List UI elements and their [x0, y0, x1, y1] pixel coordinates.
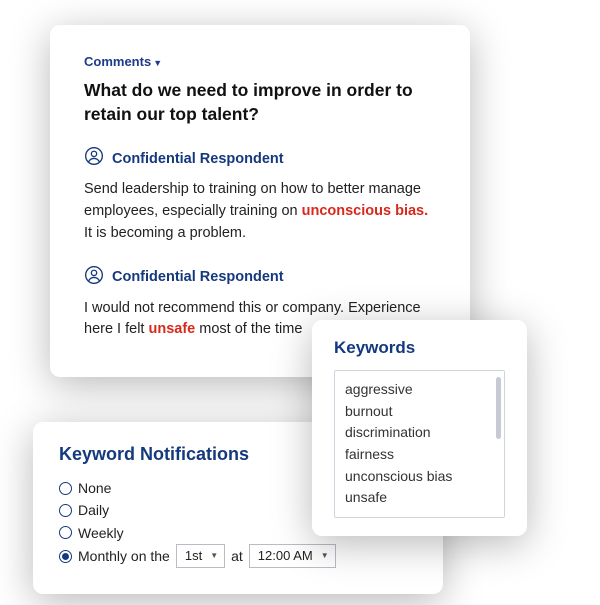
keywords-panel: Keywords aggressive burnout discriminati… [312, 320, 527, 536]
keyword-item[interactable]: unconscious bias [345, 466, 498, 488]
keyword-item[interactable]: aggressive [345, 379, 498, 401]
time-select[interactable]: 12:00 AM ▼ [249, 544, 336, 568]
user-icon [84, 265, 104, 290]
comments-toggle[interactable]: Comments ▼ [84, 54, 162, 69]
day-select-value: 1st [185, 546, 202, 567]
respondent-header: Confidential Respondent [84, 146, 436, 171]
keyword-highlight: unconscious bias. [302, 203, 429, 219]
response-post: most of the time [195, 321, 302, 337]
chevron-down-icon: ▼ [153, 58, 162, 68]
response-body: Send leadership to training on how to be… [84, 179, 436, 244]
user-icon [84, 146, 104, 171]
radio-label: Weekly [78, 522, 124, 544]
chevron-down-icon: ▼ [210, 550, 218, 563]
time-select-value: 12:00 AM [258, 546, 313, 567]
keyword-item[interactable]: burnout [345, 401, 498, 423]
keyword-highlight: unsafe [148, 321, 195, 337]
keywords-title: Keywords [334, 338, 527, 358]
comments-label: Comments [84, 54, 151, 69]
keyword-item[interactable]: unsafe [345, 487, 498, 509]
chevron-down-icon: ▼ [321, 550, 329, 563]
response-post: It is becoming a problem. [84, 225, 246, 241]
radio-label: Daily [78, 499, 109, 521]
at-label: at [231, 545, 243, 567]
radio-icon [59, 482, 72, 495]
radio-label: None [78, 477, 111, 499]
keyword-item[interactable]: discrimination [345, 422, 498, 444]
radio-icon [59, 550, 72, 563]
radio-icon [59, 504, 72, 517]
respondent-header: Confidential Respondent [84, 265, 436, 290]
radio-label: Monthly on the [78, 545, 170, 567]
monthly-controls: Monthly on the 1st ▼ at 12:00 AM ▼ [78, 544, 336, 568]
day-select[interactable]: 1st ▼ [176, 544, 225, 568]
scrollbar-thumb[interactable] [496, 377, 501, 439]
radio-icon [59, 526, 72, 539]
keyword-item[interactable]: fairness [345, 444, 498, 466]
radio-option-monthly[interactable]: Monthly on the 1st ▼ at 12:00 AM ▼ [59, 544, 417, 568]
respondent-label: Confidential Respondent [112, 269, 284, 285]
question-text: What do we need to improve in order to r… [84, 79, 436, 126]
keywords-listbox[interactable]: aggressive burnout discrimination fairne… [334, 370, 505, 518]
respondent-label: Confidential Respondent [112, 151, 284, 167]
